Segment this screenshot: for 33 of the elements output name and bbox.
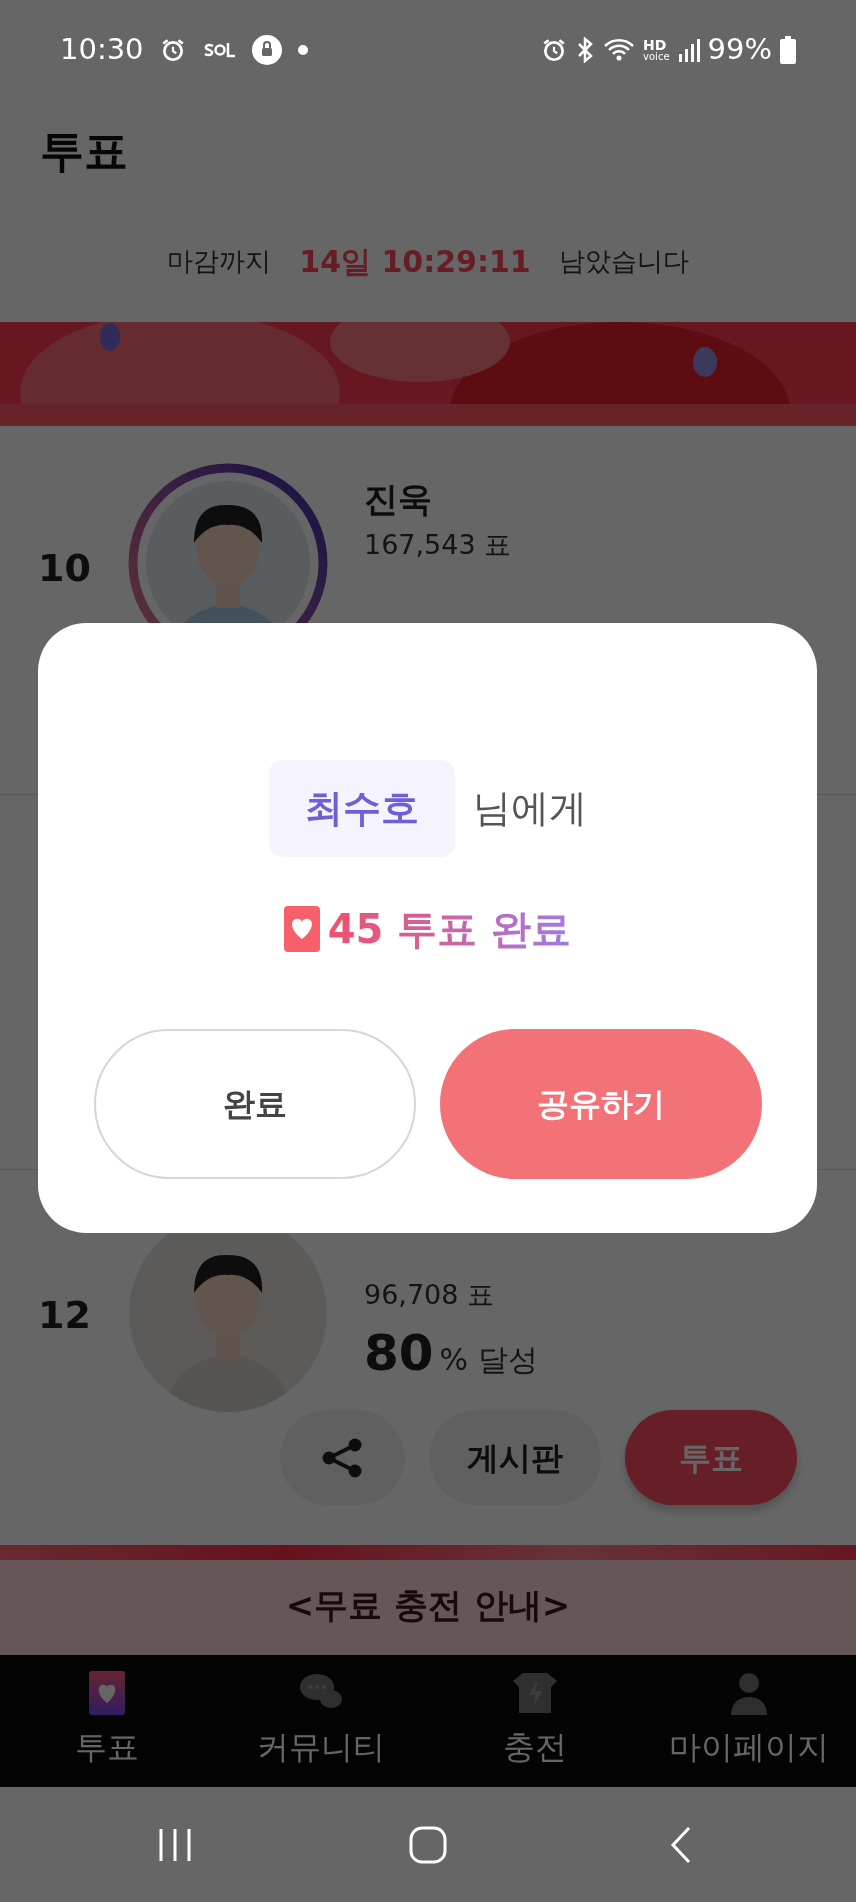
nav-tab[interactable]: 투표 xyxy=(0,1655,214,1787)
recipient-suffix: 님에게 xyxy=(472,785,587,832)
wifi-icon xyxy=(603,37,636,63)
rank-number: 10 xyxy=(38,545,91,592)
candidate-name: 진욱 xyxy=(364,478,433,521)
rank-number: 12 xyxy=(38,1292,91,1339)
signal-icon xyxy=(677,38,700,62)
vote-count: 96,708 표 xyxy=(364,1278,496,1312)
board-button[interactable]: 게시판 xyxy=(429,1410,601,1505)
countdown-timer: 14일 10:29:11 xyxy=(299,242,531,281)
notice-title: <무료 충전 안내> xyxy=(285,1585,571,1625)
countdown-label: 남았습니다 xyxy=(558,244,689,278)
countdown-label: 마감까지 xyxy=(167,244,272,278)
nav-tab[interactable]: 커뮤니티 xyxy=(214,1655,428,1787)
vote-count: 167,543 표 xyxy=(364,528,512,562)
nav-tab[interactable]: 충전 xyxy=(428,1655,642,1787)
percent-label: % 달성 xyxy=(439,1340,538,1379)
shirt-bolt-icon xyxy=(513,1671,557,1715)
battery-percent: 99% xyxy=(707,31,772,69)
battery-icon xyxy=(780,36,796,64)
hd-label: HD xyxy=(643,39,667,52)
home-icon[interactable] xyxy=(408,1824,448,1865)
done-button[interactable]: 완료 xyxy=(93,1029,416,1179)
vote-button[interactable]: 투표 xyxy=(625,1410,797,1505)
dot-icon xyxy=(297,45,308,55)
page-title: 투표 xyxy=(40,125,128,176)
share-button[interactable]: 공유하기 xyxy=(439,1029,762,1179)
achievement-percent: 80 xyxy=(364,1322,434,1384)
nav-tab[interactable]: 마이페이지 xyxy=(642,1655,856,1787)
voice-label: voice xyxy=(643,51,670,61)
recipient-name: 최수호 xyxy=(268,760,455,857)
status-time: 10:30 xyxy=(60,31,144,69)
lock-app-icon xyxy=(251,35,282,65)
